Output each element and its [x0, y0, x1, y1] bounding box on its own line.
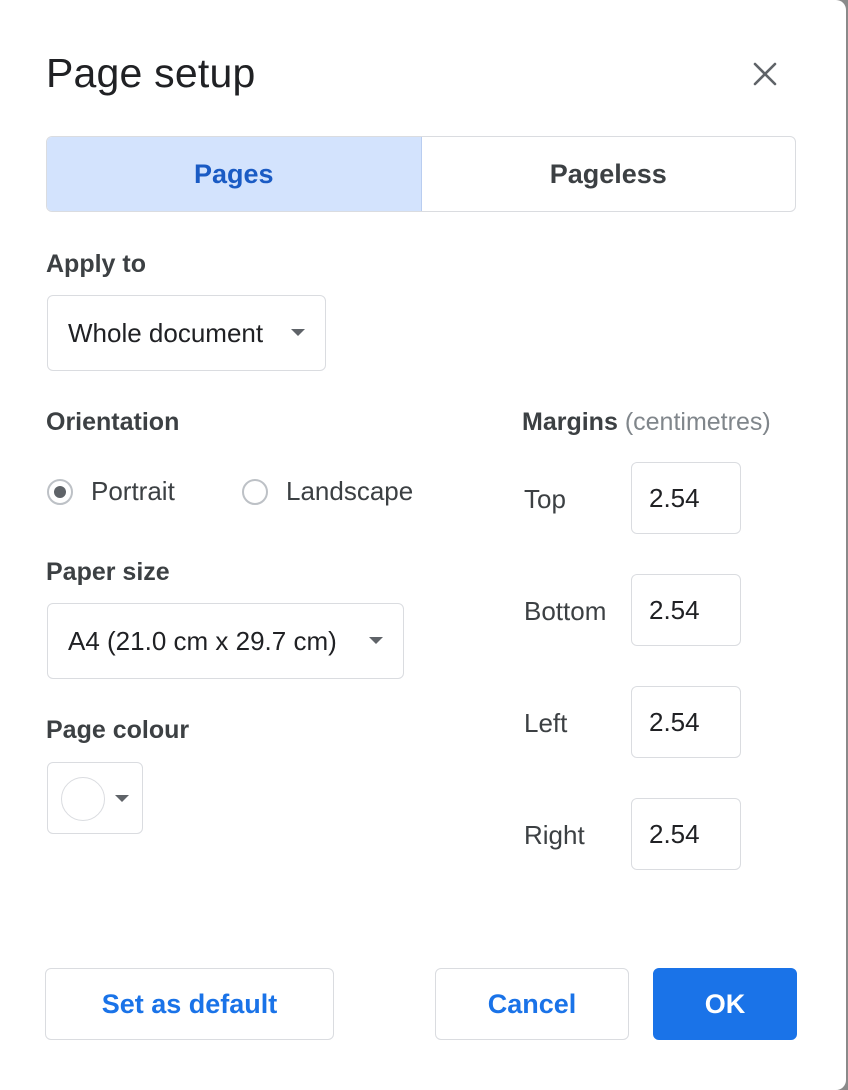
margin-left-label: Left: [524, 708, 568, 738]
close-icon: [753, 62, 777, 86]
radio-unselected-icon: [242, 478, 268, 505]
margin-bottom-label: Bottom: [524, 596, 607, 626]
margins-unit: (centimetres): [624, 408, 771, 436]
radio-selected-icon: [47, 478, 73, 505]
landscape-label: Landscape: [286, 476, 414, 506]
chevron-down-icon: [115, 795, 129, 802]
paper-size-label: Paper size: [46, 558, 170, 586]
close-button[interactable]: [745, 54, 785, 94]
set-as-default-button[interactable]: Set as default: [45, 968, 334, 1040]
colour-swatch: [61, 777, 105, 821]
orientation-portrait-option[interactable]: Portrait: [47, 476, 175, 507]
margins-label: Margins (centimetres): [522, 408, 771, 437]
paper-size-value: A4 (21.0 cm x 29.7 cm): [68, 625, 337, 656]
page-colour-label: Page colour: [46, 716, 190, 744]
margins-title: Margins: [522, 408, 618, 436]
apply-to-dropdown[interactable]: Whole document: [47, 295, 326, 371]
apply-to-value: Whole document: [68, 317, 264, 348]
apply-to-label: Apply to: [46, 250, 146, 278]
portrait-label: Portrait: [91, 476, 175, 506]
page-colour-picker[interactable]: [47, 762, 143, 834]
paper-size-dropdown[interactable]: A4 (21.0 cm x 29.7 cm): [47, 603, 404, 679]
tab-pages[interactable]: Pages: [47, 137, 422, 211]
page-mode-tabs: Pages Pageless: [46, 136, 796, 212]
tab-pageless[interactable]: Pageless: [422, 137, 796, 211]
orientation-landscape-option[interactable]: Landscape: [242, 476, 413, 507]
ok-button[interactable]: OK: [653, 968, 797, 1040]
margin-right-input[interactable]: [631, 798, 741, 870]
cancel-button[interactable]: Cancel: [435, 968, 629, 1040]
margin-right-label: Right: [524, 820, 585, 850]
margin-top-label: Top: [524, 484, 566, 514]
margin-top-input[interactable]: [631, 462, 741, 534]
chevron-down-icon: [291, 329, 305, 336]
margin-bottom-input[interactable]: [631, 574, 741, 646]
dialog-title: Page setup: [46, 50, 256, 96]
orientation-label: Orientation: [46, 408, 180, 436]
margin-left-input[interactable]: [631, 686, 741, 758]
page-setup-dialog: Page setup Pages Pageless Apply to Whole…: [0, 0, 846, 1090]
chevron-down-icon: [369, 637, 383, 644]
